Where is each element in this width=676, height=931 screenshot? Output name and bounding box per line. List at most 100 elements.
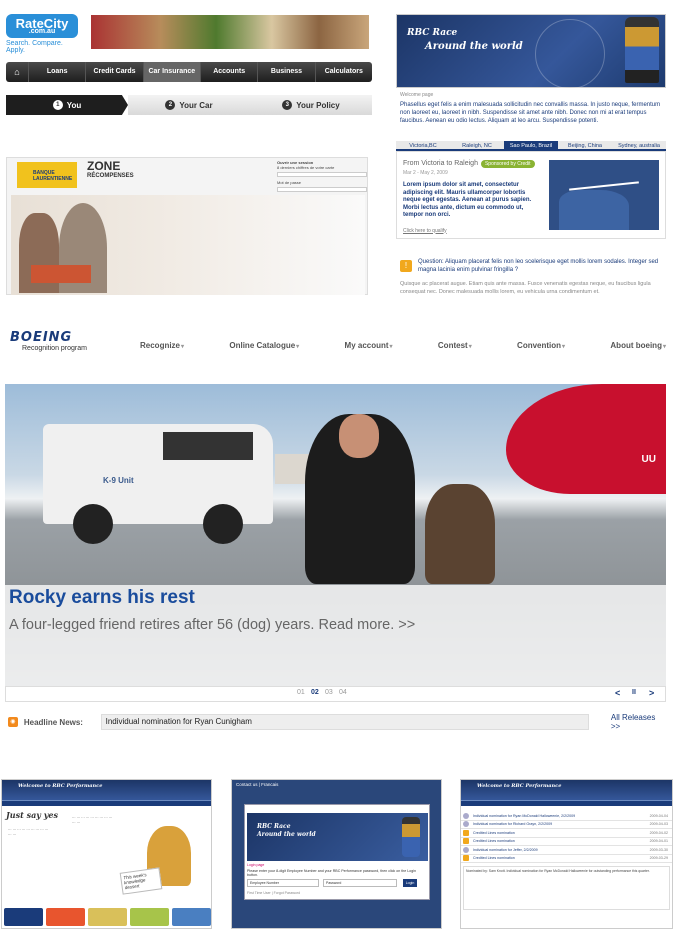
page-01[interactable]: 01 [297, 689, 305, 696]
ratecity-logo[interactable]: RateCity .com.au Search. Compare. Apply. [6, 14, 80, 54]
nav-my-account[interactable]: My account [345, 341, 393, 350]
row-date: 2009-04-03 [649, 822, 668, 827]
officer [305, 414, 415, 584]
partner-logo[interactable] [4, 908, 43, 926]
news-item[interactable]: Individual nomination for Ryan Cunigham [100, 714, 589, 730]
thumbnail-rbc-performance-home[interactable]: Welcome to RBC Performance Just say yes … [1, 779, 212, 929]
next-icon[interactable]: > [649, 688, 654, 698]
nav-business[interactable]: Business [257, 62, 314, 82]
prev-icon[interactable]: < [615, 688, 620, 698]
card-number-input[interactable] [277, 172, 367, 177]
page-04[interactable]: 04 [339, 689, 347, 696]
banque-logo[interactable]: BANQUE LAURENTIENNE [17, 162, 77, 188]
slideshow-pager: 01 02 03 04 < II > [5, 686, 666, 702]
row-date: 2009-04-02 [649, 830, 668, 835]
qualify-link[interactable]: Click here to qualify [403, 228, 543, 234]
banque-laurentienne-screen: BANQUE LAURENTIENNE ZONE RÉCOMPENSES Ouvr… [6, 157, 368, 295]
rbc-title-line2: Around the world [425, 41, 523, 52]
thumb-header: Welcome to RBC Performance [477, 783, 562, 789]
news-label: Headline News: [23, 717, 83, 727]
tab-beijing[interactable]: Beijing, China [558, 141, 612, 149]
nav-calculators[interactable]: Calculators [314, 62, 372, 82]
map-land [559, 190, 629, 230]
step-number: 3 [282, 100, 293, 110]
tab-victoria[interactable]: Victoria,BC [396, 141, 450, 149]
nav-contest[interactable]: Contest [438, 341, 472, 350]
step-your-car[interactable]: 2 Your Car [128, 95, 250, 115]
question-block: ! Question: Aliquam placerat felis non l… [400, 258, 666, 274]
row-text: Individual nomination for Ryan McDonald … [473, 813, 576, 818]
nav-online-catalogue[interactable]: Online Catalogue [229, 341, 299, 350]
nomination-row[interactable]: Individual nomination for Jeffer, 2/2/20… [461, 846, 672, 855]
partner-logo[interactable] [46, 908, 85, 926]
step-label: You [66, 100, 82, 110]
boeing-logo[interactable]: BOEING Recognition program [10, 330, 120, 352]
home-icon[interactable]: ⌂ [6, 62, 28, 82]
partner-logo[interactable] [130, 908, 169, 926]
thumbnail-login-page[interactable]: Contact us | Francais RBC Race Around the… [231, 779, 442, 929]
thumb-top-links: Contact us | Francais [236, 782, 279, 787]
ratecity-banner-image [91, 15, 369, 49]
forgot-links[interactable]: First Time User | Forgot Password [247, 891, 300, 895]
message-icon [463, 821, 469, 828]
city-tabs: Victoria,BC Raleigh, NC Sao Paulo, Brazi… [396, 141, 666, 151]
route-description: Lorem ipsum dolor sit amet, consectetur … [403, 182, 532, 218]
row-date: 2009-04-01 [649, 839, 668, 844]
step-number: 2 [165, 100, 176, 110]
folder-icon [463, 829, 469, 836]
nomination-row[interactable]: Credited Lines nomination 2009-04-02 [461, 829, 672, 838]
nav-about-boeing[interactable]: About boeing [610, 341, 666, 350]
rbc-intro-text: Phasellus eget felis a enim malesuada so… [400, 102, 661, 124]
page-02[interactable]: 02 [311, 689, 319, 696]
tab-sydney[interactable]: Sydney, australia [612, 141, 666, 149]
row-text: Credited Lines nomination [473, 839, 515, 844]
partner-logo[interactable] [172, 908, 211, 926]
page-03[interactable]: 03 [325, 689, 333, 696]
password-input[interactable]: Password [323, 879, 397, 887]
rbc-race-banner: RBC Race Around the world [396, 14, 666, 89]
headline-news-bar: ◉ Headline News: Individual nomination f… [5, 712, 666, 732]
step-label: Your Policy [296, 100, 340, 110]
hero-banner[interactable]: K-9 Unit UU Rocky earns his rest A four-… [5, 384, 666, 686]
hero-read-more[interactable]: A four-legged friend retires after 56 (d… [9, 617, 415, 633]
officer-face [339, 414, 379, 458]
step-you[interactable]: 1 You [6, 95, 128, 115]
login-page-label: Login page [247, 863, 265, 867]
hero-headline[interactable]: Rocky earns his rest [9, 587, 195, 609]
rbc-title-line1: RBC Race [407, 28, 458, 38]
nomination-row[interactable]: Credited Lines nomination 2009-04-01 [461, 838, 672, 846]
rss-icon[interactable]: ◉ [8, 717, 18, 727]
nav-convention[interactable]: Convention [517, 341, 565, 350]
all-releases-link[interactable]: All Releases >> [611, 713, 666, 731]
nomination-detail: Nominated by: Sam Knott. Individual nomi… [463, 866, 670, 910]
row-text: Credited Lines nomination [473, 856, 515, 861]
nomination-row[interactable]: Individual nomination for Ryan McDonald … [461, 812, 672, 821]
rbc-welcome-label: Welcome page [400, 92, 434, 98]
password-label: Mot de passe [277, 180, 302, 185]
password-input[interactable] [277, 187, 367, 192]
nav-credit-cards[interactable]: Credit Cards [85, 62, 142, 82]
nav-car-insurance[interactable]: Car Insurance [142, 62, 200, 82]
tab-sao-paulo[interactable]: Sao Paulo, Brazil [504, 141, 558, 149]
nomination-row[interactable]: Individual nomination for Richard Grayn,… [461, 821, 672, 829]
login-box: Ouvrir une session 8 derniers chiffres d… [263, 160, 367, 200]
partner-logo[interactable] [88, 908, 127, 926]
pause-icon[interactable]: II [632, 689, 636, 696]
nav-recognize[interactable]: Recognize [140, 341, 184, 350]
thumb-header: Welcome to RBC Performance [18, 783, 103, 789]
login-card: RBC Race Around the world Login page Plea… [244, 804, 430, 900]
plane-label: UU [641, 454, 656, 465]
route-panel: From Victoria to Raleigh Sponsored by Cre… [396, 151, 666, 239]
login-button[interactable]: Login [403, 879, 417, 887]
step-your-policy[interactable]: 3 Your Policy [250, 95, 372, 115]
mini-title-line1: RBC Race [257, 823, 291, 830]
thumbnail-nominations[interactable]: Welcome to RBC Performance Individual no… [460, 779, 673, 929]
question-body: Quisque ac placerat augue. Etiam quis an… [400, 281, 651, 295]
nav-loans[interactable]: Loans [28, 62, 85, 82]
tab-raleigh[interactable]: Raleigh, NC [450, 141, 504, 149]
nav-accounts[interactable]: Accounts [199, 62, 257, 82]
login-hint: Please enter your 8-digit Employee Numbe… [247, 869, 416, 877]
knowledge-note: This week's knowledge dessert [119, 867, 163, 895]
employee-number-input[interactable]: Employee Number [247, 879, 319, 887]
nomination-row[interactable]: Credited Lines nomination 2009-03-29 [461, 855, 672, 863]
